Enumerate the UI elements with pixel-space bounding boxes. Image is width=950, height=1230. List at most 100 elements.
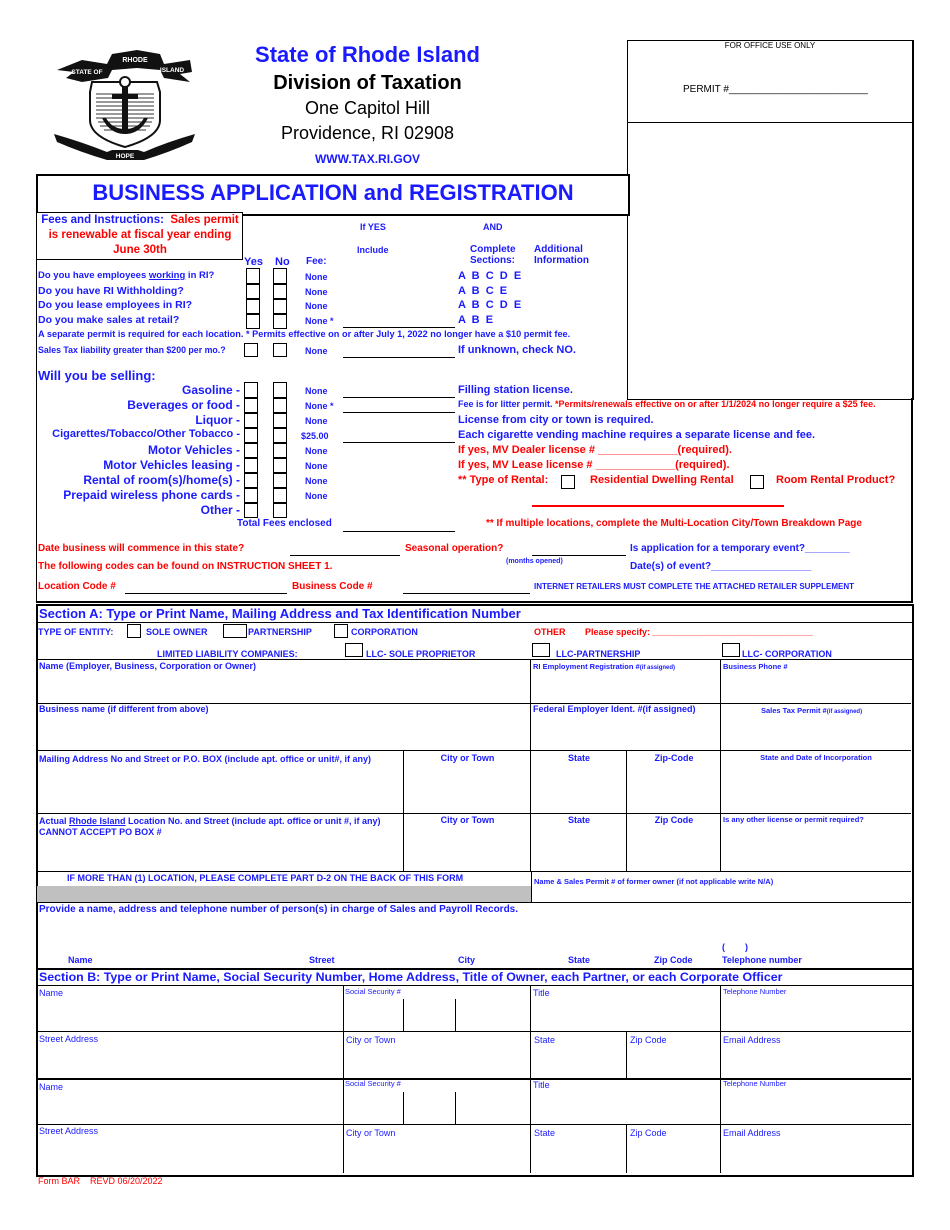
please-specify-field[interactable]: Please specify: ________________________… xyxy=(585,627,813,637)
llc-corporation-checkbox[interactable] xyxy=(722,643,740,657)
header-state: State of Rhode Island xyxy=(255,42,480,67)
form-outer-frame xyxy=(36,212,37,602)
selling-yes-checkbox[interactable] xyxy=(244,503,258,518)
officer-title-field[interactable] xyxy=(531,986,721,1032)
records-col-state: State xyxy=(568,955,591,965)
business-code-label: Business Code # xyxy=(292,581,373,592)
selling-info: Fee is for litter permit. *Permits/renew… xyxy=(458,399,876,409)
partnership-checkbox[interactable] xyxy=(223,624,247,638)
mv-dealer-license-field[interactable]: If yes, MV Dealer license # ____________… xyxy=(458,444,732,456)
residential-rental-checkbox[interactable] xyxy=(561,475,575,489)
corporation-checkbox[interactable] xyxy=(334,624,348,638)
officer-telephone-label: Telephone Number xyxy=(723,987,787,996)
separate-permit-note: A separate permit is required for each l… xyxy=(38,329,571,339)
selling-no-checkbox[interactable] xyxy=(273,413,287,428)
officer-title-field[interactable] xyxy=(531,1080,721,1125)
llc-sole-label: LLC- SOLE PROPRIETOR xyxy=(366,649,476,659)
selling-yes-checkbox[interactable] xyxy=(244,428,258,443)
svg-text:HOPE: HOPE xyxy=(116,153,135,160)
records-person-label: Provide a name, address and telephone nu… xyxy=(39,904,519,915)
svg-text:STATE OF: STATE OF xyxy=(71,69,102,76)
permit-number-field[interactable]: PERMIT #_________________________ xyxy=(683,84,868,95)
form-bottom-frame xyxy=(36,601,913,603)
llc-partnership-checkbox[interactable] xyxy=(532,643,550,657)
question-row: Do you lease employees in RI? xyxy=(38,299,193,311)
temporary-event-field[interactable]: Is application for a temporary event?___… xyxy=(630,543,850,554)
selling-yes-checkbox[interactable] xyxy=(244,458,258,473)
gasoline-fee-line[interactable] xyxy=(343,397,455,398)
no-checkbox[interactable] xyxy=(273,314,287,329)
total-fees-line[interactable] xyxy=(343,531,455,532)
col-fee: Fee: xyxy=(306,256,327,267)
selling-no-checkbox[interactable] xyxy=(273,398,287,413)
entity-type-label: TYPE OF ENTITY: xyxy=(38,627,114,637)
sections-value: A B C D E xyxy=(458,299,522,311)
officer-title-label: Title xyxy=(533,1080,550,1090)
seasonal-line[interactable] xyxy=(532,555,626,556)
col-information: Information xyxy=(534,255,589,266)
mailing-address-label: Mailing Address No and Street or P.O. BO… xyxy=(39,754,372,764)
no-checkbox[interactable] xyxy=(273,284,287,299)
rental-red-line[interactable] xyxy=(532,505,784,507)
yes-checkbox[interactable] xyxy=(246,314,260,329)
sales-tax-yes-checkbox[interactable] xyxy=(244,343,258,357)
header-website[interactable]: WWW.TAX.RI.GOV xyxy=(215,152,520,166)
sales-tax-no-checkbox[interactable] xyxy=(273,343,287,357)
yes-checkbox[interactable] xyxy=(246,284,260,299)
selling-yes-checkbox[interactable] xyxy=(244,398,258,413)
fee-value: None xyxy=(305,301,328,311)
fees-heading: Fees and Instructions: xyxy=(41,214,164,226)
selling-yes-checkbox[interactable] xyxy=(244,382,258,398)
selling-no-checkbox[interactable] xyxy=(273,382,287,398)
mv-lease-license-field[interactable]: If yes, MV Lease license # _____________… xyxy=(458,459,730,471)
commence-date-line[interactable] xyxy=(290,555,400,556)
selling-no-checkbox[interactable] xyxy=(273,473,287,488)
selling-yes-checkbox[interactable] xyxy=(244,413,258,428)
selling-no-checkbox[interactable] xyxy=(273,503,287,518)
office-use-box xyxy=(627,40,914,124)
cigarettes-fee-line[interactable] xyxy=(343,442,455,443)
no-checkbox[interactable] xyxy=(273,268,287,284)
incorporation-label: State and Date of Incorporation xyxy=(760,753,872,762)
selling-item-label: Liquor - xyxy=(195,413,240,427)
selling-yes-checkbox[interactable] xyxy=(244,473,258,488)
officer-zip-label: Zip Code xyxy=(630,1035,667,1045)
sales-tax-fee: None xyxy=(305,346,328,356)
sole-owner-checkbox[interactable] xyxy=(127,624,141,638)
rental-type-label: ** Type of Rental: xyxy=(458,474,549,486)
beverages-fee-line[interactable] xyxy=(343,412,455,413)
ssn-divider xyxy=(403,1092,404,1125)
dates-of-event-field[interactable]: Date(s) of event?__________________ xyxy=(630,561,811,572)
selling-no-checkbox[interactable] xyxy=(273,443,287,458)
total-fees-label: Total Fees enclosed xyxy=(237,518,332,529)
selling-no-checkbox[interactable] xyxy=(273,488,287,503)
grey-shaded-bar xyxy=(37,886,531,902)
selling-item-label: Beverages or food - xyxy=(127,398,240,412)
mailing-city-label: City or Town xyxy=(440,753,495,763)
location-code-line[interactable] xyxy=(125,593,287,594)
room-rental-checkbox[interactable] xyxy=(750,475,764,489)
selling-no-checkbox[interactable] xyxy=(273,428,287,443)
fee-value: None xyxy=(305,287,328,297)
officer-name-field[interactable] xyxy=(37,986,344,1032)
sales-tax-fee-line[interactable] xyxy=(343,357,455,358)
no-checkbox[interactable] xyxy=(273,299,287,314)
ssn-divider xyxy=(455,1092,456,1125)
retail-fee-line[interactable] xyxy=(343,327,455,328)
selling-no-checkbox[interactable] xyxy=(273,458,287,473)
question-row: Do you have employees working in RI? xyxy=(38,270,215,281)
selling-yes-checkbox[interactable] xyxy=(244,443,258,458)
office-blank-box xyxy=(627,122,914,400)
officer-name-field[interactable] xyxy=(37,1080,344,1125)
yes-checkbox[interactable] xyxy=(246,299,260,314)
business-code-line[interactable] xyxy=(403,593,530,594)
yes-checkbox[interactable] xyxy=(246,268,260,284)
selling-yes-checkbox[interactable] xyxy=(244,488,258,503)
sales-tax-permit-label: Sales Tax Permit #(if assigned) xyxy=(761,706,863,715)
llc-sole-checkbox[interactable] xyxy=(345,643,363,657)
officer-title-label: Title xyxy=(533,988,550,998)
name-label: Name (Employer, Business, Corporation or… xyxy=(39,661,257,671)
question-row: Do you have RI Withholding? xyxy=(38,285,184,297)
office-use-title: FOR OFFICE USE ONLY xyxy=(724,41,816,50)
officer-street-label: Street Address xyxy=(39,1126,99,1136)
